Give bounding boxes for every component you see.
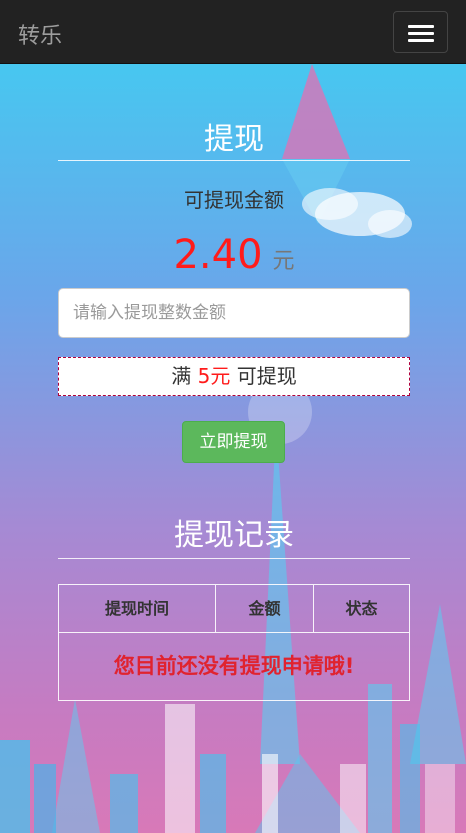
navbar: 转乐 (0, 0, 466, 64)
minimum-withdraw-notice: 满 5元 可提现 (58, 357, 410, 396)
page-background: 提现 可提现金额 2.40 元 满 5元 可提现 立即提现 提现记录 提现时间 金… (0, 64, 466, 833)
empty-records-message: 您目前还没有提现申请哦! (113, 654, 355, 678)
menu-toggle-button[interactable] (393, 11, 448, 53)
column-header-status: 状态 (345, 599, 378, 618)
brand-link[interactable]: 转乐 (18, 18, 62, 50)
amount-unit: 元 (272, 249, 295, 274)
column-header-time: 提现时间 (104, 599, 169, 618)
minimum-amount: 5元 (197, 364, 231, 388)
available-amount: 2.40 元 (58, 232, 410, 278)
records-table: 提现时间 金额 状态 您目前还没有提现申请哦! (58, 584, 410, 701)
records-divider (58, 558, 410, 559)
available-amount-label: 可提现金额 (184, 188, 284, 212)
column-header-amount: 金额 (248, 599, 281, 618)
withdraw-amount-input[interactable] (58, 288, 410, 338)
title-divider (58, 160, 410, 161)
records-title: 提现记录 (174, 518, 294, 553)
hamburger-icon (408, 25, 434, 28)
amount-value: 2.40 (173, 232, 263, 278)
withdraw-title: 提现 (204, 122, 264, 157)
withdraw-now-button[interactable]: 立即提现 (182, 421, 285, 463)
